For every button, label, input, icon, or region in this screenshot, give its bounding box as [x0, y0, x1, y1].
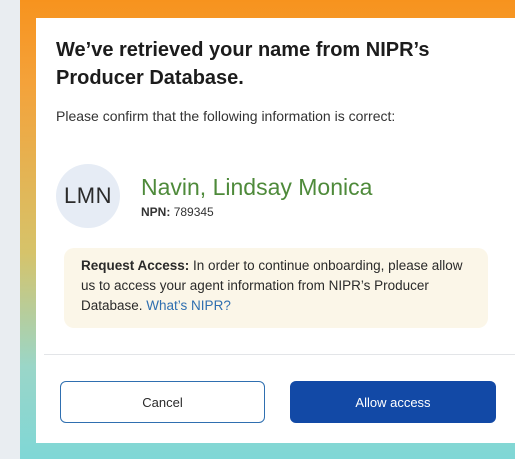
avatar-initials: LMN: [64, 183, 112, 208]
allow-access-button-label: Allow access: [355, 394, 431, 410]
producer-name: Navin, Lindsay Monica: [141, 174, 373, 200]
npn-label: NPN:: [141, 205, 171, 219]
notice-lead: Request Access:: [81, 258, 190, 273]
divider: [44, 354, 515, 355]
background-panel: [0, 0, 20, 459]
whats-nipr-link[interactable]: What’s NIPR?: [146, 298, 231, 313]
cancel-button-label: Cancel: [142, 394, 183, 410]
dialog-subtitle: Please confirm that the following inform…: [56, 108, 396, 124]
dialog-title: We’ve retrieved your name from NIPR’s Pr…: [56, 39, 430, 89]
npn-line: NPN: 789345: [141, 205, 214, 219]
confirm-name-dialog: We’ve retrieved your name from NIPR’s Pr…: [36, 18, 515, 443]
request-access-notice: Request Access: In order to continue onb…: [64, 248, 488, 328]
allow-access-button[interactable]: Allow access: [290, 381, 496, 423]
npn-value: 789345: [173, 205, 214, 219]
avatar: LMN: [56, 164, 120, 228]
cancel-button[interactable]: Cancel: [60, 381, 265, 423]
